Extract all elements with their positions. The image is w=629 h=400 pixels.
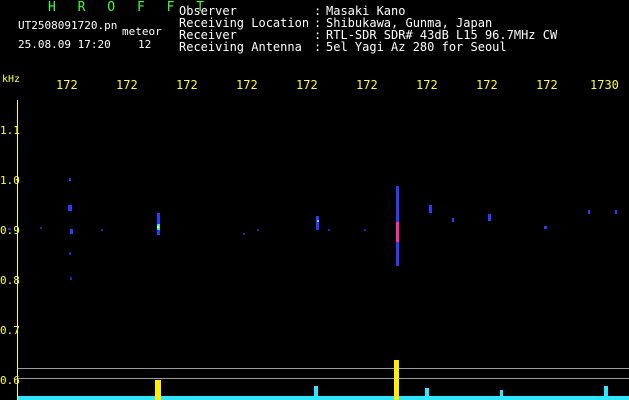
frequency-axis-line <box>17 100 18 400</box>
spectrogram <box>8 100 629 400</box>
lower-threshold-line <box>18 378 629 379</box>
upper-threshold-line <box>18 368 629 369</box>
faint-signal-dots <box>8 178 617 280</box>
burst-peaks <box>155 360 608 400</box>
signal-baseline <box>18 396 629 400</box>
